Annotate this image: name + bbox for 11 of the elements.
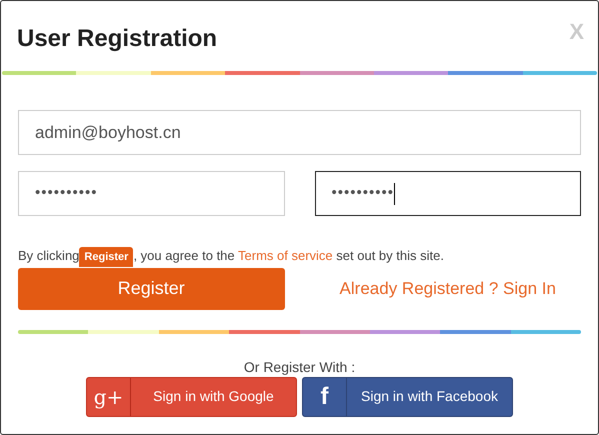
dialog-title: User Registration [17, 24, 218, 54]
sign-in-link[interactable]: Already Registered ? Sign In [314, 276, 581, 302]
social-heading: Or Register With : [242, 358, 356, 374]
password-field[interactable]: •••••••••• [18, 171, 284, 216]
terms-link[interactable]: Terms of service [238, 248, 333, 263]
register-button[interactable]: Register [18, 268, 284, 310]
email-field[interactable]: admin@boyhost.cn [18, 110, 581, 155]
google-sign-in-button[interactable]: g+ Sign in with Google [86, 376, 297, 416]
facebook-sign-in-button[interactable]: f Sign in with Facebook [302, 376, 513, 416]
terms-text: By clicking Register , you agree to the Terms of service set out by this site. [18, 246, 581, 266]
password-field[interactable]: •••••••••• [314, 171, 581, 216]
